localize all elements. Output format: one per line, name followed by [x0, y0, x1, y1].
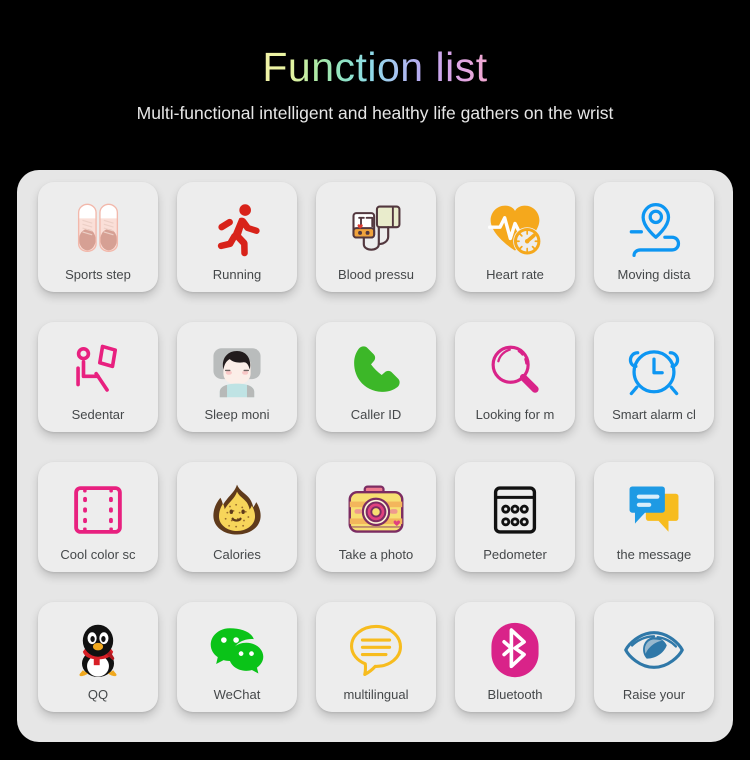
moving-distance-icon: [594, 191, 714, 268]
function-card-label: Smart alarm cl: [612, 407, 696, 422]
function-card-moving-distance[interactable]: Moving dista: [594, 182, 714, 292]
function-card-message[interactable]: the message: [594, 462, 714, 572]
sedentary-icon: [38, 331, 158, 408]
function-card-wechat[interactable]: WeChat: [177, 602, 297, 712]
function-card-label: Calories: [213, 547, 261, 562]
function-card-blood-pressure[interactable]: Blood pressu: [316, 182, 436, 292]
function-card-pedometer[interactable]: Pedometer: [455, 462, 575, 572]
function-card-label: Caller ID: [350, 407, 402, 422]
function-card-label: Moving dista: [617, 267, 691, 282]
qq-penguin-icon: [38, 611, 158, 688]
function-card-qq-penguin[interactable]: QQ: [38, 602, 158, 712]
function-card-label: Blood pressu: [338, 267, 414, 282]
wechat-icon: [177, 611, 297, 688]
function-card-label: WeChat: [213, 687, 261, 702]
pedometer-icon: [455, 471, 575, 548]
multilingual-icon: [316, 611, 436, 688]
page-subtitle: Multi-functional intelligent and healthy…: [136, 103, 614, 124]
function-card-alarm-clock[interactable]: Smart alarm cl: [594, 322, 714, 432]
function-list-page: Function list Multi-functional intellige…: [0, 0, 750, 760]
function-card-label: Raise your: [622, 687, 686, 702]
function-card-phone[interactable]: Caller ID: [316, 322, 436, 432]
function-card-label: Looking for m: [475, 407, 555, 422]
function-card-camera[interactable]: Take a photo: [316, 462, 436, 572]
function-card-sedentary[interactable]: Sedentar: [38, 322, 158, 432]
flame-icon: [177, 471, 297, 548]
function-card-label: Sedentar: [71, 407, 125, 422]
function-card-raise-wrist-eye[interactable]: Raise your: [594, 602, 714, 712]
function-card-multilingual[interactable]: multilingual: [316, 602, 436, 712]
function-card-label: multilingual: [343, 687, 409, 702]
function-card-label: Pedometer: [483, 547, 547, 562]
function-grid: Sports step Running Blood pressu Heart r…: [38, 182, 714, 712]
magnifier-icon: [455, 331, 575, 408]
message-icon: [594, 471, 714, 548]
function-card-label: Bluetooth: [487, 687, 543, 702]
alarm-clock-icon: [594, 331, 714, 408]
bluetooth-icon: [455, 611, 575, 688]
function-card-label: Heart rate: [486, 267, 544, 282]
function-card-sleep-monitor[interactable]: Sleep moni: [177, 322, 297, 432]
function-card-label: Take a photo: [338, 547, 414, 562]
function-card-label: Cool color sc: [60, 547, 136, 562]
heart-rate-icon: [455, 191, 575, 268]
function-card-label: Sports step: [65, 267, 131, 282]
function-card-bluetooth[interactable]: Bluetooth: [455, 602, 575, 712]
function-panel: Sports step Running Blood pressu Heart r…: [17, 170, 733, 742]
function-card-running[interactable]: Running: [177, 182, 297, 292]
function-card-label: Sleep moni: [204, 407, 270, 422]
page-header: Function list Multi-functional intellige…: [0, 0, 750, 124]
function-card-label: Running: [212, 267, 262, 282]
function-card-film-strip[interactable]: Cool color sc: [38, 462, 158, 572]
function-card-flame[interactable]: Calories: [177, 462, 297, 572]
function-card-magnifier[interactable]: Looking for m: [455, 322, 575, 432]
function-card-label: the message: [616, 547, 692, 562]
blood-pressure-icon: [316, 191, 436, 268]
sleep-monitor-icon: [177, 331, 297, 408]
camera-icon: [316, 471, 436, 548]
function-card-sneakers[interactable]: Sports step: [38, 182, 158, 292]
phone-icon: [316, 331, 436, 408]
function-card-heart-rate[interactable]: Heart rate: [455, 182, 575, 292]
function-card-label: QQ: [87, 687, 109, 702]
film-strip-icon: [38, 471, 158, 548]
raise-wrist-eye-icon: [594, 611, 714, 688]
page-title: Function list: [262, 44, 488, 90]
sneakers-icon: [38, 191, 158, 268]
running-icon: [177, 191, 297, 268]
